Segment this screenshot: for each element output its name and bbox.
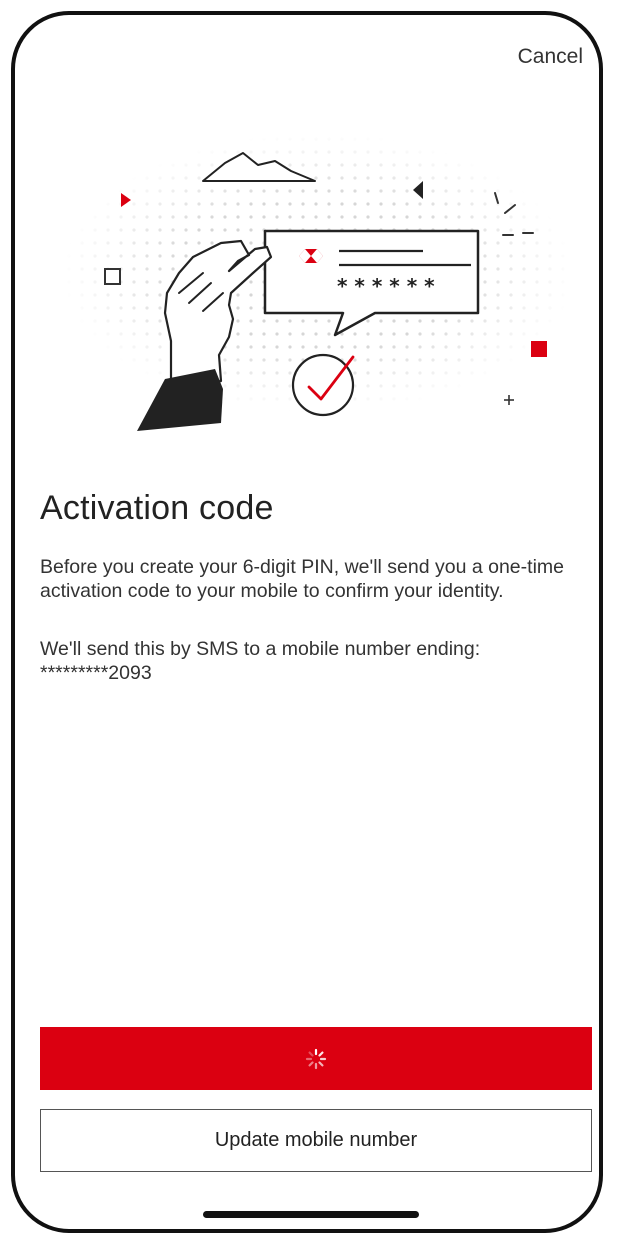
sms-info-text: We'll send this by SMS to a mobile numbe… — [40, 638, 481, 684]
activation-illustration: * * * * * * — [53, 123, 583, 453]
square-outline-icon — [104, 268, 121, 285]
spinner-icon — [305, 1048, 327, 1069]
send-code-button[interactable] — [40, 1027, 592, 1090]
page-title: Activation code — [40, 489, 274, 527]
update-mobile-number-button[interactable]: Update mobile number — [40, 1109, 592, 1172]
check-circle-icon — [291, 353, 355, 417]
phone-frame: Cancel * * * * * * Activation code Befor… — [11, 11, 603, 1233]
square-filled-icon — [531, 341, 547, 357]
masked-code-text: * * * * * * — [337, 274, 435, 298]
description-text: Before you create your 6-digit PIN, we'l… — [40, 556, 564, 602]
cancel-button[interactable]: Cancel — [518, 45, 583, 69]
home-indicator[interactable] — [203, 1211, 419, 1218]
